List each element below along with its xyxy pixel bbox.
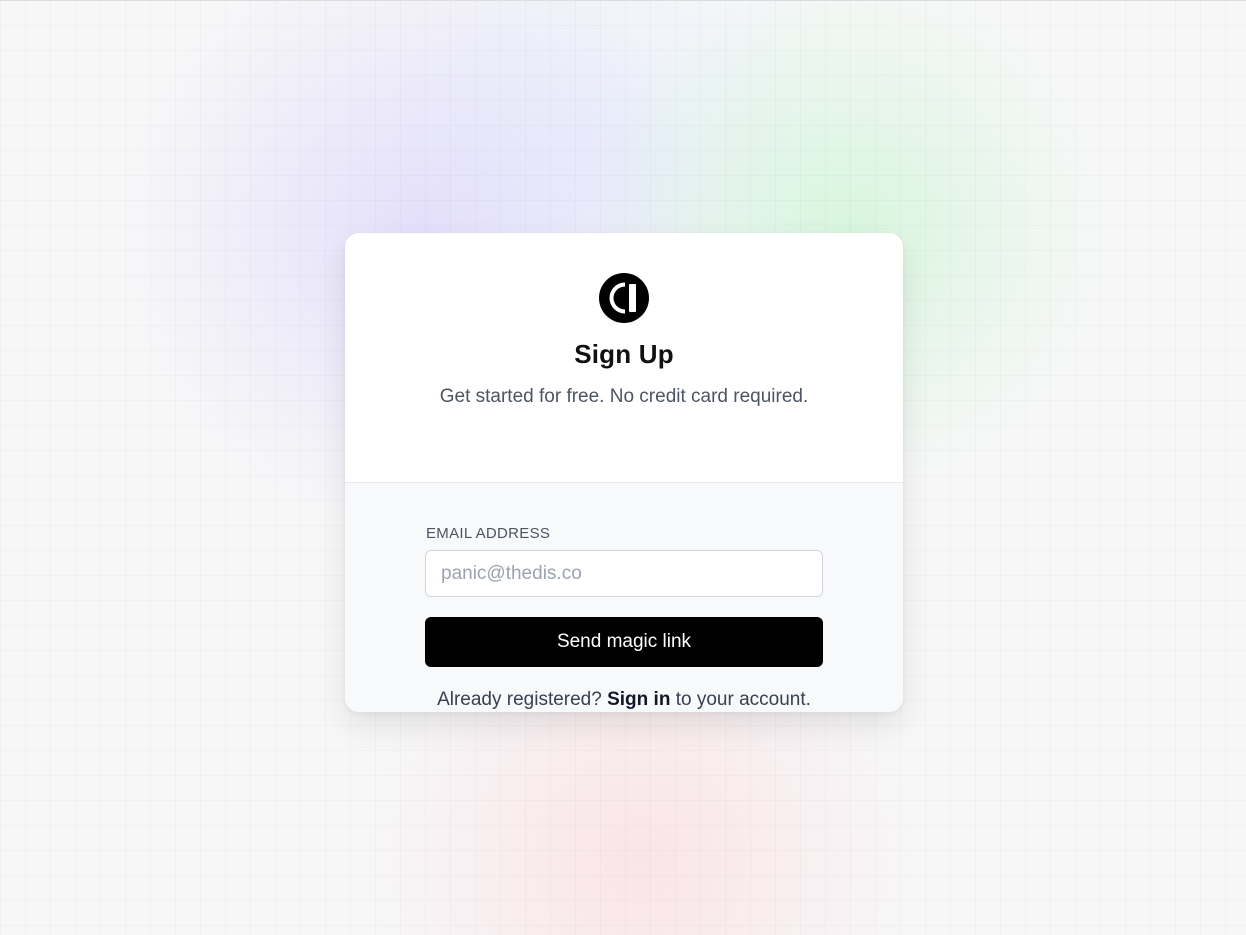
page-subtitle: Get started for free. No credit card req…	[439, 386, 809, 407]
send-magic-link-button[interactable]: Send magic link	[425, 617, 823, 667]
signin-link[interactable]: Sign in	[607, 689, 670, 710]
card-header: Sign Up Get started for free. No credit …	[345, 273, 903, 483]
page-title: Sign Up	[574, 339, 674, 369]
signin-prompt-suffix: to your account.	[675, 689, 811, 710]
brand-logo-icon	[599, 273, 649, 323]
email-label: EMAIL ADDRESS	[426, 525, 551, 542]
signup-card: Sign Up Get started for free. No credit …	[345, 233, 903, 712]
top-border	[0, 0, 1246, 1]
signup-form: EMAIL ADDRESS Send magic link Already re…	[345, 483, 903, 712]
email-input[interactable]	[425, 550, 823, 597]
signin-prompt: Already registered? Sign in to your acco…	[425, 689, 823, 711]
signin-prompt-prefix: Already registered?	[437, 689, 602, 710]
